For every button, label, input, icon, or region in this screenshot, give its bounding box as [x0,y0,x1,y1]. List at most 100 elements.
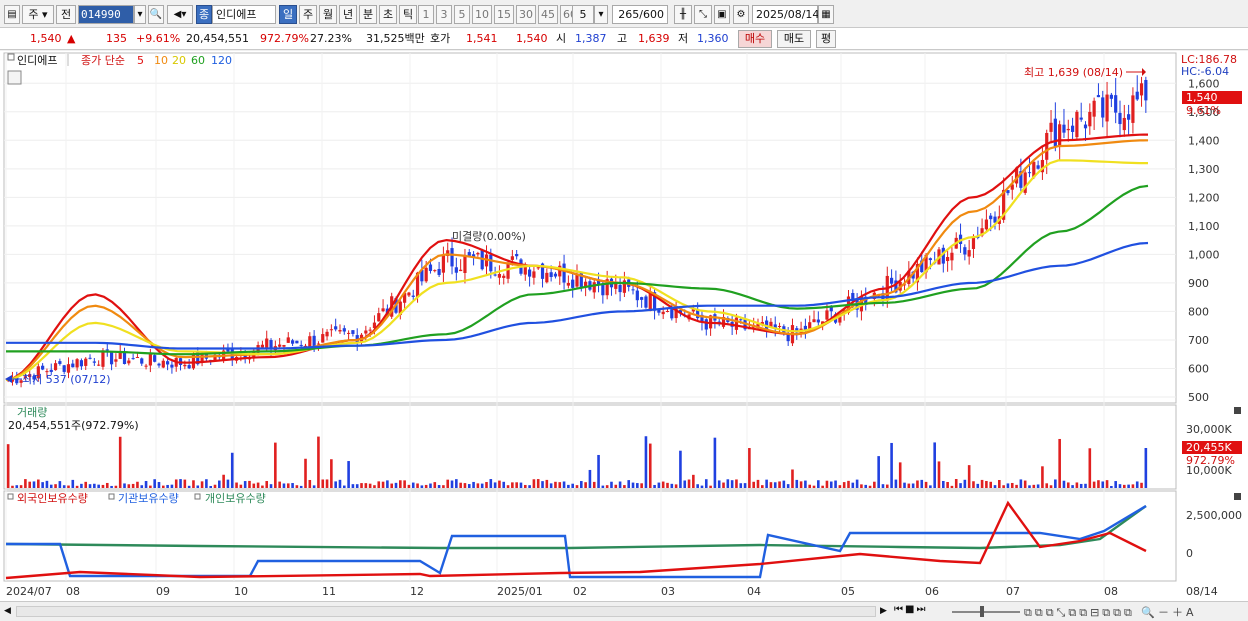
volume-bar [498,480,501,488]
period-button-6[interactable]: 틱 [399,5,417,24]
volume-bar [480,483,484,488]
candle-body [1062,124,1066,133]
volume-bar [1066,482,1070,488]
holdings-close-icon[interactable] [1234,493,1241,500]
period-button-0[interactable]: 일 [279,5,297,24]
interval-button-4[interactable]: 15 [494,5,514,24]
candle-body [506,263,510,279]
volume-bar [571,483,574,488]
window-menu-icon[interactable]: ▤ [4,5,20,24]
candle-body [575,274,579,287]
interval-button-6[interactable]: 45 [538,5,558,24]
stock-chart[interactable]: 1,6001,5001,4001,3001,2001,1001,00090080… [0,51,1248,601]
scroll-left-icon[interactable]: ◀ [4,605,14,618]
x-axis-label: 10 [234,585,248,598]
candle-body [739,319,743,321]
bottom-bar: ◀ ▶ ⏮■⏭ ⧉⧉⧉⤡⧉⧉⊟⧉⧉⧉ 🔍－＋A [0,601,1248,621]
stock-name-field[interactable]: 인디에프 [212,5,276,24]
period-button-2[interactable]: 월 [319,5,337,24]
volume-bar [196,485,200,488]
candle-body [66,364,71,373]
volume-bar [752,481,755,488]
volume-bar [713,437,717,488]
zoom-slider[interactable] [952,611,1020,613]
volume-bar [730,480,734,488]
sell-button[interactable]: 매도 [777,30,811,48]
volume-bar [278,481,281,488]
range-field[interactable]: 265/600 [612,5,668,24]
candle-body [62,365,66,372]
candle-body [635,290,639,301]
table-toggle-icon[interactable] [7,70,22,85]
candle-body [734,317,739,330]
interval-button-2[interactable]: 5 [454,5,470,24]
compare-icon[interactable]: ⤡ [694,5,712,24]
playback-controls[interactable]: ⏮■⏭ [894,604,948,619]
volume-bar [243,481,247,488]
low-label: 저 [678,32,689,45]
volume-bar [842,482,846,488]
calendar-icon[interactable]: ▦ [818,5,834,24]
chart-tools-icons[interactable]: ⧉⧉⧉⤡⧉⧉⊟⧉⧉⧉ 🔍－＋A [1024,604,1244,619]
interval-button-5[interactable]: 30 [516,5,536,24]
period-button-5[interactable]: 초 [379,5,397,24]
legend-ma120: 120 [211,54,232,67]
x-axis-label: 11 [322,585,336,598]
stock-code-input[interactable]: 014990 [78,5,134,24]
candle-body [407,292,411,296]
candle-body [640,297,644,300]
x-axis-label: 05 [841,585,855,598]
speaker-icon[interactable]: ◀▾ [167,5,193,24]
gear-icon[interactable]: ⚙ [733,5,749,24]
change-pct: +9.61% [136,32,181,45]
volume-bar [256,482,260,488]
candle-body [41,365,45,370]
save-icon[interactable]: ▣ [714,5,730,24]
volume-bar [325,479,329,488]
interval-button-3[interactable]: 10 [472,5,492,24]
zoom-slider-thumb[interactable] [980,606,984,617]
quote-bar: 1,540 ▲ 135 +9.61% 20,454,551 972.79% 27… [0,28,1248,50]
candle-icon[interactable]: ╫ [674,5,692,24]
holdings-tick-zero: 0 [1186,547,1193,560]
volume-bar [252,483,256,488]
price-tick-label: 1,200 [1188,191,1220,204]
eval-button[interactable]: 평 [816,30,836,48]
volume-bar [756,479,760,488]
candle-body [1114,95,1118,113]
volume-bar [105,482,109,488]
volume-bar [795,479,799,488]
volume-bar [804,480,807,488]
prev-toggle[interactable]: 전 [56,5,76,24]
date-field[interactable]: 2025/08/14 [752,5,819,24]
volume-bar [209,485,212,488]
volume-bar [765,479,768,488]
interval-button-1[interactable]: 3 [436,5,452,24]
candle-body [536,267,540,269]
candle-body [592,282,596,293]
candle-body [644,296,648,308]
volume-bar [666,482,669,488]
buy-button[interactable]: 매수 [738,30,772,48]
search-icon[interactable]: 🔍 [148,5,164,24]
volume-readout: 20,454,551주(972.79%) [8,419,139,432]
interval-button-0[interactable]: 1 [418,5,434,24]
count-select[interactable]: 5 [572,5,594,24]
price-tick-label: 1,300 [1188,163,1220,176]
horizontal-scrollbar[interactable] [16,606,876,617]
candle-body [381,308,385,312]
volume-bar [235,482,238,488]
candle-body [566,282,570,286]
candle-body [454,267,458,273]
period-button-1[interactable]: 주 [299,5,317,24]
market-select[interactable]: 주 ▾ [22,5,54,24]
code-dropdown-icon[interactable]: ▾ [134,5,146,24]
open-label: 시 [556,32,567,45]
period-button-3[interactable]: 년 [339,5,357,24]
volume-close-icon[interactable] [1234,407,1241,414]
candle-body [704,319,708,330]
count-dropdown-icon[interactable]: ▾ [594,5,608,24]
scroll-right-icon[interactable]: ▶ [880,605,890,618]
period-button-4[interactable]: 분 [359,5,377,24]
chart-area[interactable]: 1,600 1,500 1,400 1,300 1,200 1,100 1,000 900 80… [0,51,1248,601]
